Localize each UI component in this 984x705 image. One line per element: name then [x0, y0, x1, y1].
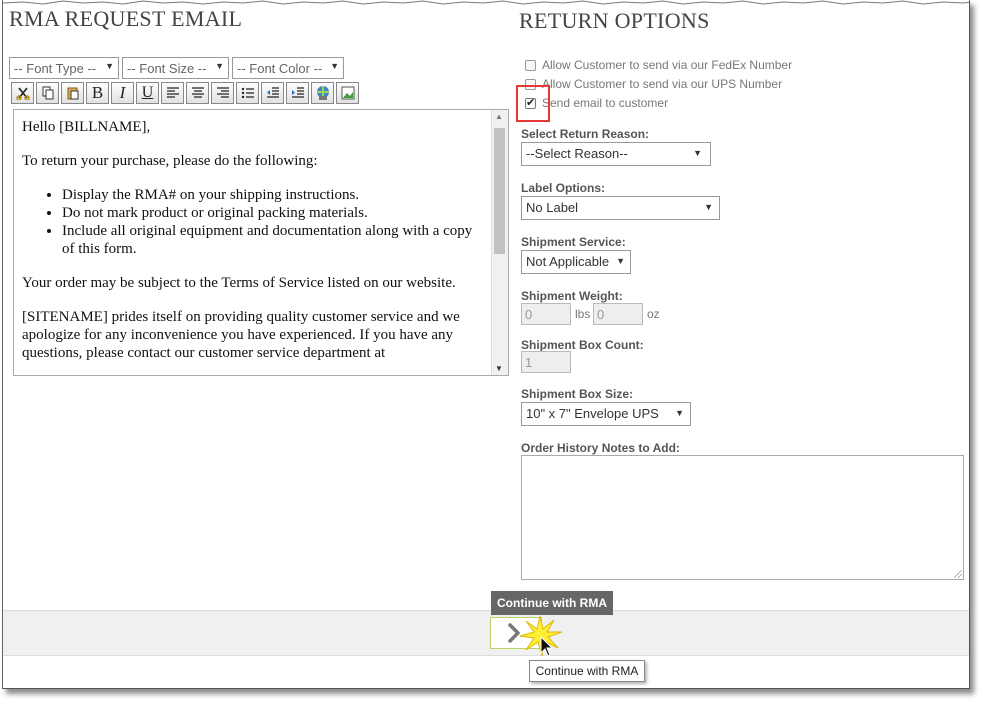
- italic-icon[interactable]: I: [111, 82, 134, 104]
- chevron-down-icon: ▼: [616, 256, 625, 266]
- font-type-select[interactable]: -- Font Type -- ▼: [9, 57, 119, 79]
- box-size-label: Shipment Box Size:: [521, 387, 634, 401]
- chevron-down-icon: ▼: [105, 61, 114, 71]
- label-options-select[interactable]: No Label ▼: [521, 196, 720, 220]
- rma-email-heading: RMA REQUEST EMAIL: [9, 6, 243, 31]
- font-color-value: -- Font Color --: [237, 61, 323, 76]
- chevron-down-icon: ▼: [675, 408, 684, 418]
- cut-icon[interactable]: [11, 82, 34, 104]
- order-notes-label: Order History Notes to Add:: [521, 441, 680, 455]
- fedex-checkbox[interactable]: [525, 59, 536, 71]
- continue-tooltip-native: Continue with RMA: [529, 660, 645, 682]
- insert-image-icon[interactable]: [336, 82, 359, 104]
- return-reason-label: Select Return Reason:: [521, 127, 650, 141]
- return-options-heading: RETURN OPTIONS: [519, 8, 710, 33]
- shipment-service-select[interactable]: Not Applicable ▼: [521, 250, 631, 274]
- box-size-select[interactable]: 10" x 7" Envelope UPS ▼: [521, 402, 691, 426]
- editor-instructions: Display the RMA# on your shipping instru…: [22, 186, 484, 258]
- align-right-icon[interactable]: [211, 82, 234, 104]
- continue-tooltip: Continue with RMA: [491, 591, 613, 615]
- editor-toolbar: B I U: [11, 82, 361, 104]
- list-item: Do not mark product or original packing …: [62, 204, 484, 222]
- list-item: Display the RMA# on your shipping instru…: [62, 186, 484, 204]
- resize-grip-icon[interactable]: [954, 570, 962, 578]
- editor-scrollbar[interactable]: ▲ ▼: [491, 110, 508, 375]
- scroll-up-arrow-icon[interactable]: ▲: [495, 112, 503, 121]
- editor-terms: Your order may be subject to the Terms o…: [22, 275, 456, 291]
- paste-icon[interactable]: [61, 82, 84, 104]
- chevron-down-icon: ▼: [330, 61, 339, 71]
- return-reason-select[interactable]: --Select Reason-- ▼: [521, 142, 711, 166]
- box-size-value: 10" x 7" Envelope UPS: [526, 406, 659, 421]
- indent-icon[interactable]: [286, 82, 309, 104]
- oz-unit-label: oz: [647, 307, 660, 321]
- send-email-label: Send email to customer: [542, 96, 669, 110]
- editor-content: Hello [BILLNAME], To return your purchas…: [22, 118, 484, 375]
- chevron-down-icon: ▼: [704, 202, 713, 212]
- label-options-label: Label Options:: [521, 181, 605, 195]
- lbs-unit-label: lbs: [575, 307, 591, 321]
- fedex-option-label: Allow Customer to send via our FedEx Num…: [542, 58, 793, 72]
- ups-option-label: Allow Customer to send via our UPS Numbe…: [542, 77, 783, 91]
- shipment-service-value: Not Applicable: [526, 254, 610, 269]
- scroll-down-arrow-icon[interactable]: ▼: [495, 364, 503, 373]
- bullet-list-icon[interactable]: [236, 82, 259, 104]
- ups-option[interactable]: Allow Customer to send via our UPS Numbe…: [525, 77, 782, 91]
- weight-lbs-input[interactable]: 0: [521, 303, 571, 325]
- label-options-value: No Label: [526, 200, 579, 215]
- footer-bar: [3, 610, 969, 656]
- fedex-option[interactable]: Allow Customer to send via our FedEx Num…: [525, 58, 792, 72]
- order-notes-textarea[interactable]: [521, 455, 964, 580]
- box-count-input[interactable]: 1: [521, 351, 571, 373]
- chevron-down-icon: ▼: [693, 148, 702, 158]
- shipment-service-label: Shipment Service:: [521, 235, 626, 249]
- editor-closing: [SITENAME] prides itself on providing qu…: [22, 309, 460, 361]
- align-left-icon[interactable]: [161, 82, 184, 104]
- weight-oz-input[interactable]: 0: [593, 303, 643, 325]
- highlight-box: [516, 85, 550, 122]
- font-size-value: -- Font Size --: [127, 61, 207, 76]
- font-type-value: -- Font Type --: [14, 61, 97, 76]
- align-center-icon[interactable]: [186, 82, 209, 104]
- chevron-down-icon: ▼: [215, 61, 224, 71]
- return-reason-value: --Select Reason--: [526, 146, 628, 161]
- editor-greeting: Hello [BILLNAME],: [22, 119, 151, 135]
- underline-icon[interactable]: U: [136, 82, 159, 104]
- link-icon[interactable]: [311, 82, 334, 104]
- mouse-cursor-icon: [540, 636, 554, 657]
- email-body-editor[interactable]: Hello [BILLNAME], To return your purchas…: [13, 109, 509, 376]
- list-item: Include all original equipment and docum…: [62, 222, 484, 258]
- box-count-label: Shipment Box Count:: [521, 338, 644, 352]
- shipment-weight-label: Shipment Weight:: [521, 289, 623, 303]
- scrollbar-thumb[interactable]: [494, 128, 505, 254]
- outdent-icon[interactable]: [261, 82, 284, 104]
- font-color-select[interactable]: -- Font Color -- ▼: [232, 57, 344, 79]
- font-size-select[interactable]: -- Font Size -- ▼: [122, 57, 229, 79]
- bold-icon[interactable]: B: [86, 82, 109, 104]
- copy-icon[interactable]: [36, 82, 59, 104]
- page-frame: RMA REQUEST EMAIL -- Font Type -- ▼ -- F…: [2, 0, 970, 689]
- editor-intro: To return your purchase, please do the f…: [22, 153, 318, 169]
